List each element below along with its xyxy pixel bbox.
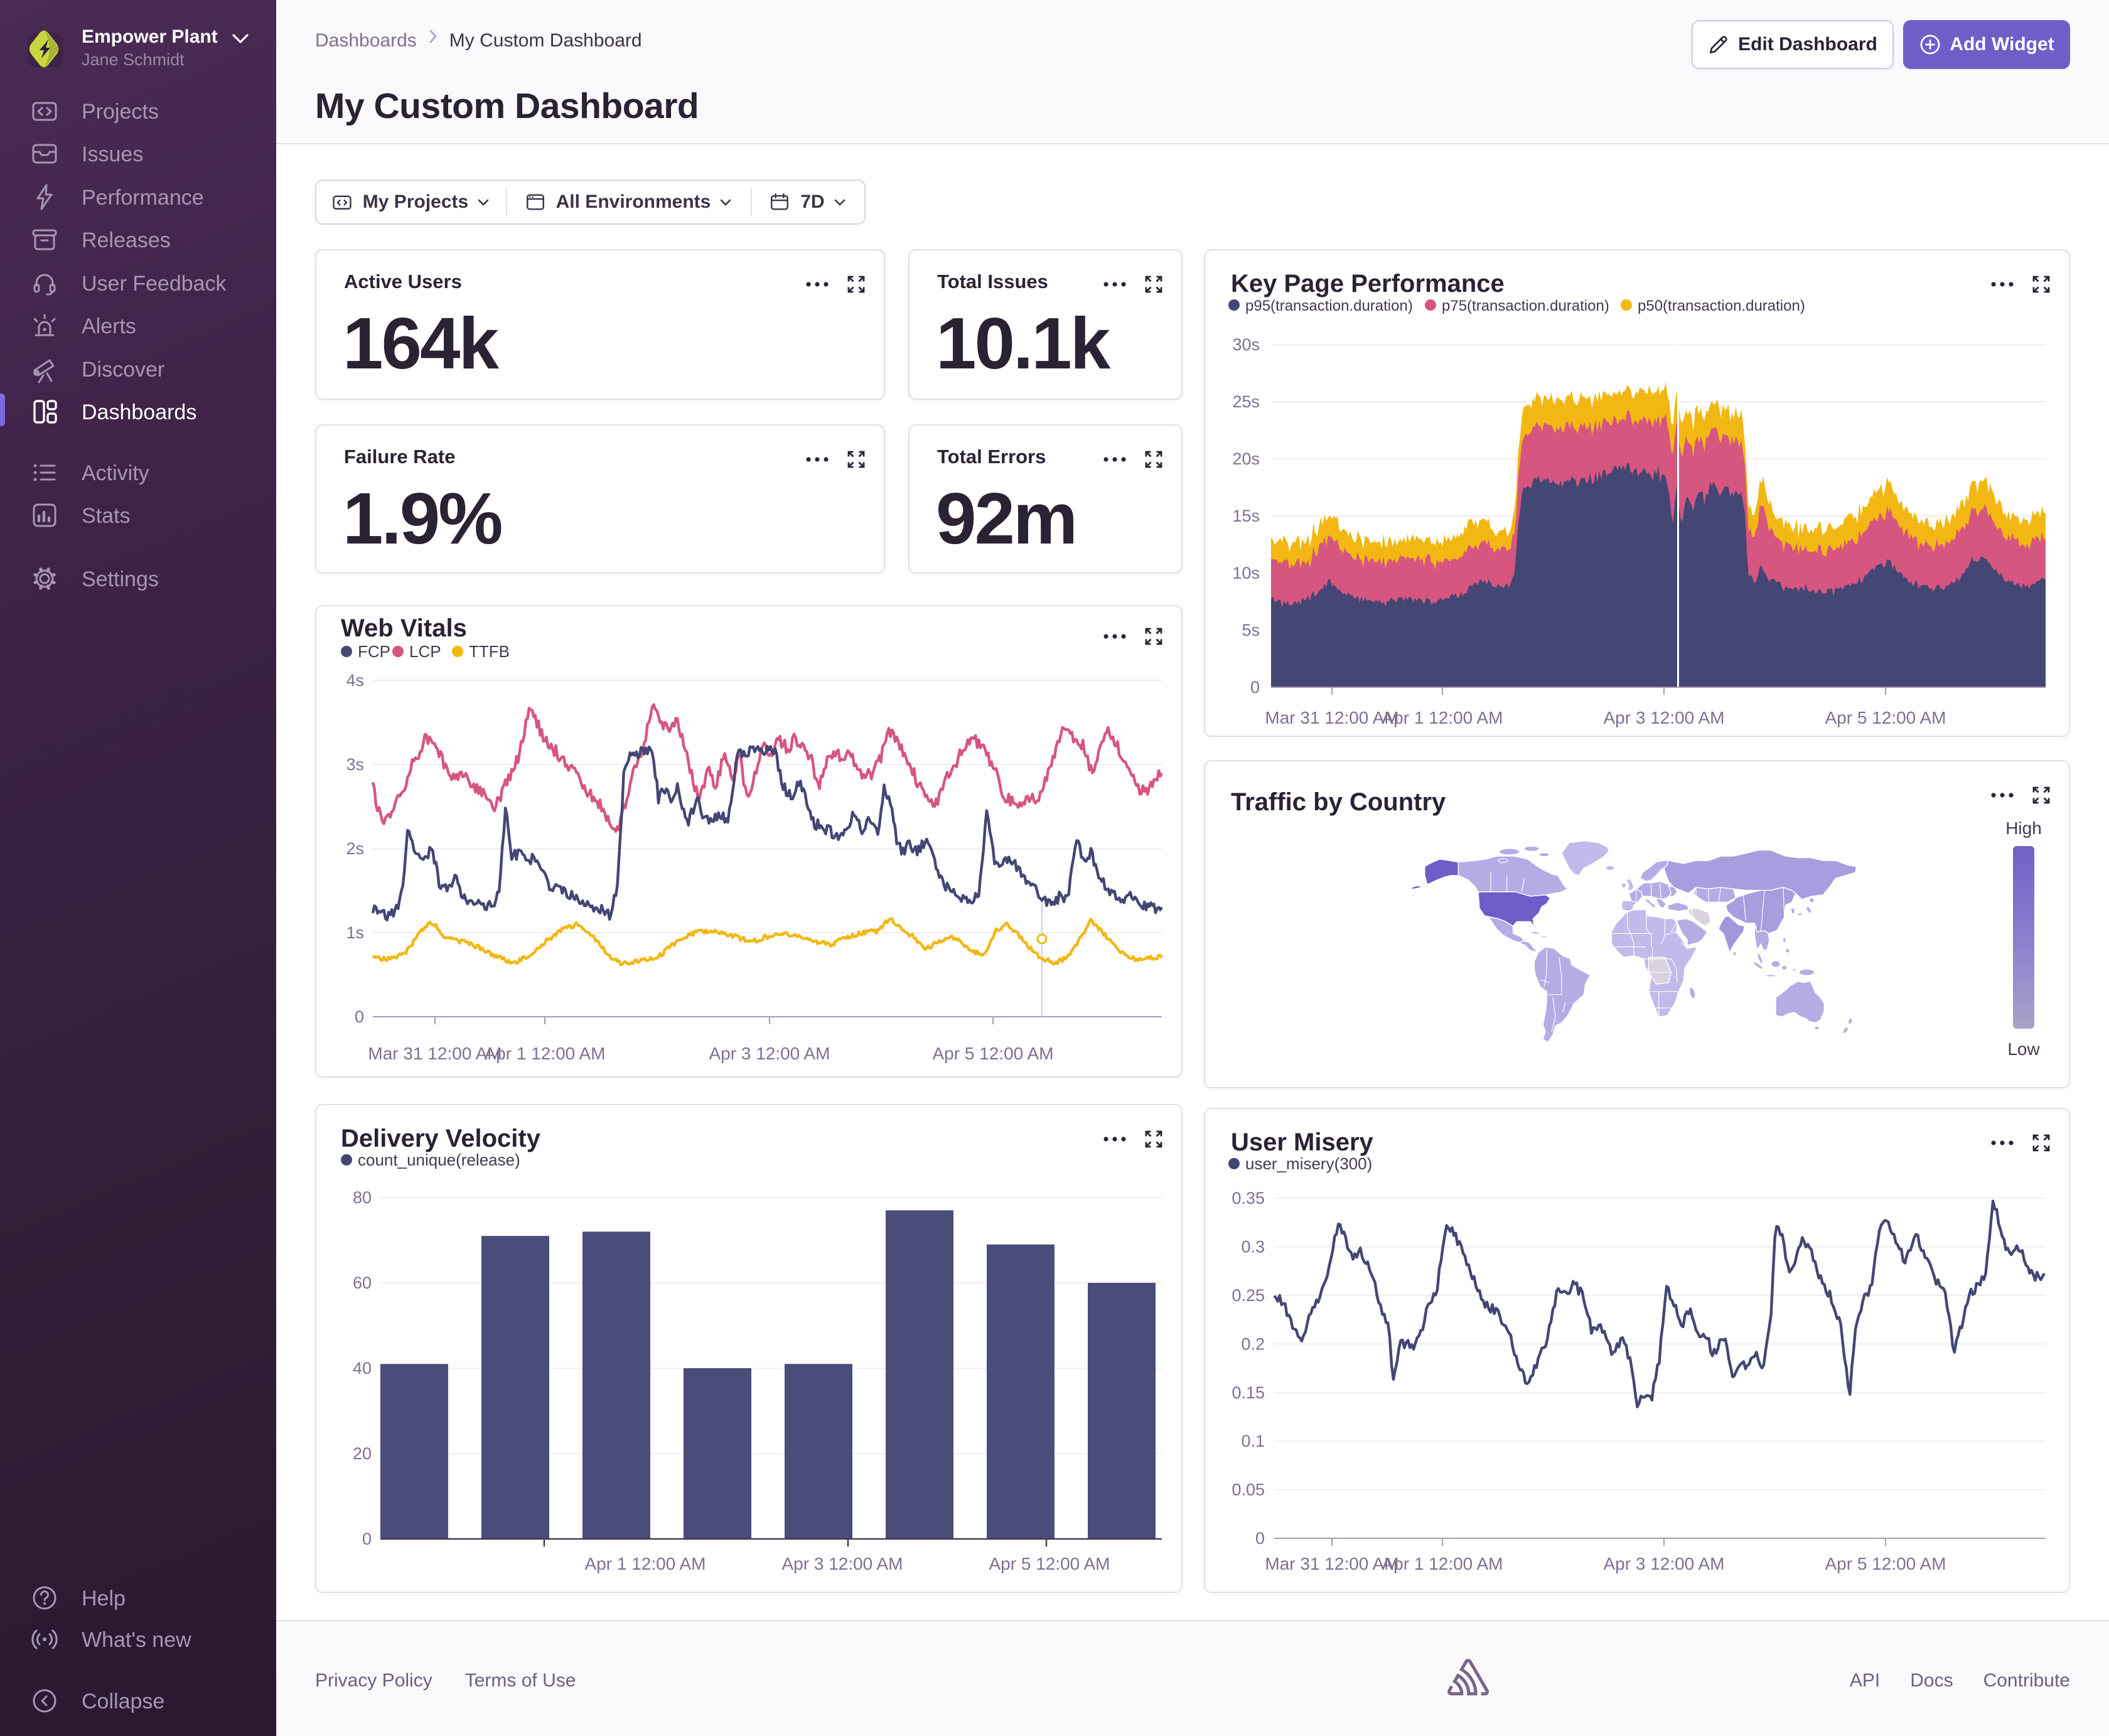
svg-text:164k: 164k xyxy=(343,303,500,384)
svg-text:Dashboards: Dashboards xyxy=(82,400,196,424)
svg-text:Mar 31 12:00 AM: Mar 31 12:00 AM xyxy=(1265,1554,1398,1573)
svg-text:p50(transaction.duration): p50(transaction.duration) xyxy=(1638,297,1805,314)
svg-text:Apr 3 12:00 AM: Apr 3 12:00 AM xyxy=(709,1044,830,1063)
svg-text:Apr 5 12:00 AM: Apr 5 12:00 AM xyxy=(1825,1554,1946,1573)
svg-text:Apr 3 12:00 AM: Apr 3 12:00 AM xyxy=(781,1554,903,1573)
svg-text:user_misery(300): user_misery(300) xyxy=(1245,1154,1372,1173)
svg-text:40: 40 xyxy=(353,1359,372,1378)
svg-text:Jane Schmidt: Jane Schmidt xyxy=(82,50,185,69)
svg-text:Collapse: Collapse xyxy=(82,1690,164,1713)
svg-text:Apr 3 12:00 AM: Apr 3 12:00 AM xyxy=(1603,1554,1724,1573)
svg-text:Total Errors: Total Errors xyxy=(937,446,1046,468)
svg-text:LCP: LCP xyxy=(409,642,441,661)
svg-text:92m: 92m xyxy=(936,478,1076,559)
svg-text:Settings: Settings xyxy=(82,567,159,591)
svg-text:2s: 2s xyxy=(346,839,364,858)
svg-text:0.25: 0.25 xyxy=(1232,1286,1265,1305)
svg-text:Traffic by Country: Traffic by Country xyxy=(1231,788,1446,816)
svg-text:4s: 4s xyxy=(346,671,364,690)
svg-text:Performance: Performance xyxy=(82,186,204,210)
svg-text:3s: 3s xyxy=(346,755,364,774)
svg-text:0.05: 0.05 xyxy=(1232,1481,1265,1499)
svg-text:20: 20 xyxy=(353,1444,372,1463)
svg-text:TTFB: TTFB xyxy=(469,642,510,661)
svg-text:Apr 1 12:00 AM: Apr 1 12:00 AM xyxy=(1382,1554,1503,1573)
svg-text:5s: 5s xyxy=(1242,621,1260,640)
svg-text:Apr 5 12:00 AM: Apr 5 12:00 AM xyxy=(932,1044,1053,1063)
svg-text:Activity: Activity xyxy=(82,461,149,485)
svg-text:0.15: 0.15 xyxy=(1232,1383,1265,1402)
svg-text:Apr 5 12:00 AM: Apr 5 12:00 AM xyxy=(1825,708,1946,727)
svg-text:0: 0 xyxy=(355,1007,364,1026)
svg-text:Total Issues: Total Issues xyxy=(937,271,1048,292)
svg-text:FCP: FCP xyxy=(358,642,390,661)
svg-text:Apr 5 12:00 AM: Apr 5 12:00 AM xyxy=(989,1554,1110,1573)
svg-text:Failure Rate: Failure Rate xyxy=(344,446,455,468)
svg-text:0: 0 xyxy=(362,1530,372,1548)
svg-text:Active Users: Active Users xyxy=(344,271,462,292)
svg-text:User Misery: User Misery xyxy=(1231,1128,1374,1156)
svg-text:30s: 30s xyxy=(1232,335,1260,354)
svg-text:Stats: Stats xyxy=(82,504,130,528)
svg-text:10.1k: 10.1k xyxy=(936,303,1111,384)
svg-text:count_unique(release): count_unique(release) xyxy=(358,1150,520,1169)
svg-text:Delivery Velocity: Delivery Velocity xyxy=(341,1125,541,1152)
svg-text:Releases: Releases xyxy=(82,228,171,252)
svg-text:0.2: 0.2 xyxy=(1241,1334,1265,1353)
svg-text:Low: Low xyxy=(2007,1039,2040,1059)
svg-text:1.9%: 1.9% xyxy=(343,478,502,559)
svg-text:Mar 31 12:00 AM: Mar 31 12:00 AM xyxy=(368,1044,502,1063)
svg-text:Key Page Performance: Key Page Performance xyxy=(1231,270,1505,297)
svg-text:Mar 31 12:00 AM: Mar 31 12:00 AM xyxy=(1265,708,1398,727)
svg-text:Web Vitals: Web Vitals xyxy=(341,614,467,642)
svg-text:Projects: Projects xyxy=(82,100,159,124)
svg-text:Empower Plant: Empower Plant xyxy=(82,26,218,47)
svg-text:Issues: Issues xyxy=(82,142,143,166)
svg-text:Apr 1 12:00 AM: Apr 1 12:00 AM xyxy=(584,1554,706,1573)
svg-text:What's new: What's new xyxy=(82,1628,191,1652)
svg-text:1s: 1s xyxy=(346,923,364,942)
svg-text:60: 60 xyxy=(353,1273,372,1292)
svg-text:0.1: 0.1 xyxy=(1241,1432,1265,1450)
svg-text:User Feedback: User Feedback xyxy=(82,272,227,296)
svg-text:p95(transaction.duration): p95(transaction.duration) xyxy=(1245,297,1413,314)
svg-text:0.35: 0.35 xyxy=(1232,1189,1265,1208)
svg-text:p75(transaction.duration): p75(transaction.duration) xyxy=(1442,297,1609,314)
svg-text:Discover: Discover xyxy=(82,358,164,382)
svg-text:15s: 15s xyxy=(1232,506,1260,525)
svg-text:0: 0 xyxy=(1250,678,1260,697)
svg-text:80: 80 xyxy=(353,1188,372,1207)
svg-text:0.3: 0.3 xyxy=(1241,1238,1265,1256)
svg-text:10s: 10s xyxy=(1232,564,1260,582)
svg-text:High: High xyxy=(2005,818,2042,838)
svg-text:0: 0 xyxy=(1255,1529,1265,1548)
svg-text:25s: 25s xyxy=(1232,392,1260,411)
svg-text:20s: 20s xyxy=(1232,449,1260,468)
svg-text:Alerts: Alerts xyxy=(82,314,136,338)
svg-text:Apr 1 12:00 AM: Apr 1 12:00 AM xyxy=(484,1044,605,1063)
svg-text:Help: Help xyxy=(82,1587,126,1610)
svg-text:Apr 3 12:00 AM: Apr 3 12:00 AM xyxy=(1603,708,1724,727)
svg-text:Apr 1 12:00 AM: Apr 1 12:00 AM xyxy=(1382,708,1503,727)
